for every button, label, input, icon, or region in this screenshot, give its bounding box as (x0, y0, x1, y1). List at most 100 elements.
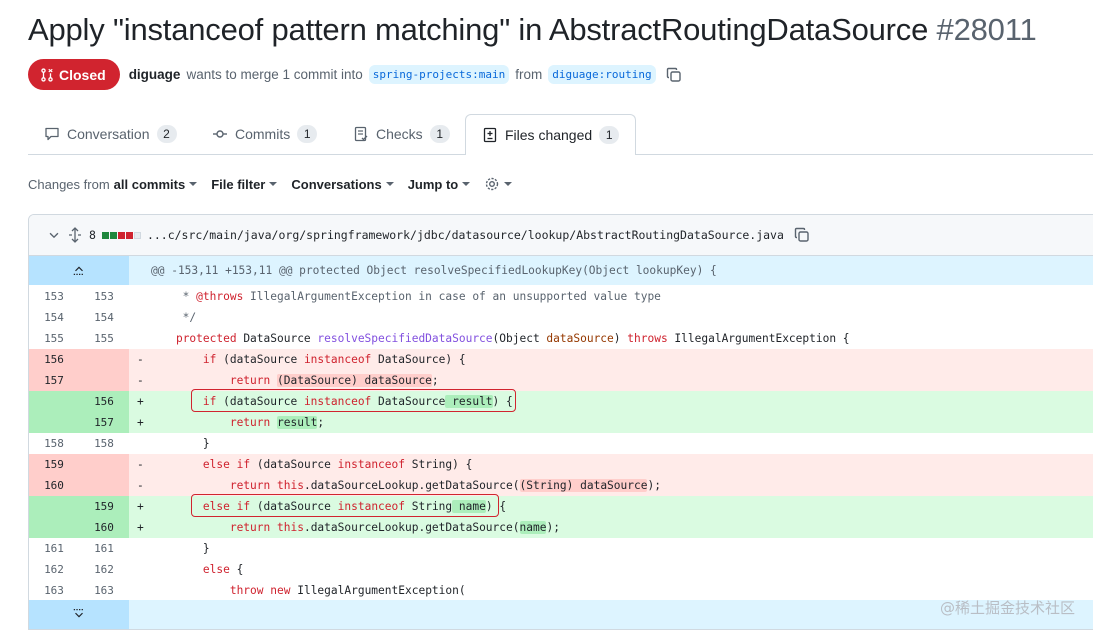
new-line-number[interactable]: 159 (79, 496, 129, 517)
old-line-number[interactable] (29, 412, 79, 433)
diff-marker: - (137, 353, 144, 366)
base-branch[interactable]: spring-projects:main (368, 65, 510, 84)
hunk-text: @@ -153,11 +153,11 @@ protected Object r… (151, 264, 717, 277)
tab-count: 1 (429, 125, 450, 143)
new-line-number[interactable]: 153 (79, 286, 129, 307)
old-line-number[interactable]: 161 (29, 538, 79, 559)
file-header: 8 ...c/src/main/java/org/springframework… (29, 215, 1093, 256)
old-line-number[interactable] (29, 496, 79, 517)
conversations-dropdown[interactable]: Conversations (291, 176, 394, 192)
tab-conversation[interactable]: Conversation 2 (44, 114, 177, 154)
code-line: * @throws IllegalArgumentException in ca… (149, 290, 661, 303)
merge-text: wants to merge 1 commit into (186, 67, 363, 82)
old-line-number[interactable] (29, 517, 79, 538)
diff-marker: - (137, 479, 144, 492)
new-line-number[interactable]: 163 (79, 580, 129, 601)
new-line-number[interactable] (79, 349, 129, 370)
settings-dropdown[interactable] (484, 176, 513, 192)
diffstat-add (101, 231, 109, 239)
head-branch[interactable]: diguage:routing (548, 65, 656, 84)
checklist-icon (354, 126, 368, 142)
expand-down-icon (73, 609, 85, 618)
new-line-number[interactable]: 161 (79, 538, 129, 559)
changes-from-label: Changes from (28, 176, 110, 192)
diff-marker: + (137, 395, 144, 408)
new-line-number[interactable]: 154 (79, 307, 129, 328)
code-line: } (149, 542, 210, 555)
chevron-down-icon[interactable] (47, 228, 61, 242)
tab-commits[interactable]: Commits 1 (212, 114, 318, 154)
file-filter-dropdown[interactable]: File filter (211, 176, 278, 192)
old-line-number[interactable] (29, 391, 79, 412)
expand-down-button[interactable] (29, 600, 129, 629)
chevron-down-icon (269, 182, 278, 186)
file-diff-icon (483, 127, 497, 143)
file-filter-label: File filter (211, 176, 266, 192)
hunk-footer (29, 600, 1093, 629)
diff-line-ctx: 153 153 * @throws IllegalArgumentExceptio… (29, 286, 1093, 307)
diff-line-ctx: 154 154 */ (29, 307, 1093, 328)
code-line: protected DataSource resolveSpecifiedDat… (175, 332, 850, 345)
commit-icon (213, 130, 227, 138)
old-line-number[interactable]: 162 (29, 559, 79, 580)
old-line-number[interactable]: 159 (29, 454, 79, 475)
old-line-number[interactable]: 156 (29, 349, 79, 370)
change-count: 8 (89, 228, 96, 242)
highlight-box (191, 494, 499, 517)
code-line: return this.dataSourceLookup.getDataSour… (229, 521, 560, 534)
author-link[interactable]: diguage (129, 67, 181, 82)
unfold-icon[interactable] (67, 227, 83, 243)
tab-count: 1 (297, 125, 318, 143)
old-line-number[interactable]: 157 (29, 370, 79, 391)
diffstat (101, 231, 141, 239)
old-line-number[interactable]: 154 (29, 307, 79, 328)
diff-line-ctx: 155 155 protected DataSource resolveSpeci… (29, 328, 1093, 349)
new-line-number[interactable] (79, 454, 129, 475)
status-badge: Closed (28, 59, 120, 90)
diff-toolbar: Changes from all commits File filter Con… (28, 176, 513, 192)
code-line: else if (dataSource instanceof String) { (202, 458, 473, 471)
diff-marker: + (137, 416, 144, 429)
pr-title-text: Apply "instanceof pattern matching" in A… (28, 12, 929, 47)
new-line-number[interactable]: 155 (79, 328, 129, 349)
diff-marker: + (137, 521, 144, 534)
diffstat-del (125, 231, 133, 239)
highlight-box (191, 389, 516, 412)
diffstat-del (117, 231, 125, 239)
new-line-number[interactable] (79, 475, 129, 496)
diff-line-del: 157 - return (DataSource) dataSource; (29, 370, 1093, 391)
new-line-number[interactable]: 160 (79, 517, 129, 538)
new-line-number[interactable]: 162 (79, 559, 129, 580)
all-commits-label: all commits (113, 176, 186, 192)
pr-number: #28011 (936, 12, 1037, 47)
old-line-number[interactable]: 153 (29, 286, 79, 307)
tab-checks[interactable]: Checks 1 (353, 114, 450, 154)
file-path[interactable]: ...c/src/main/java/org/springframework/j… (147, 228, 784, 242)
hunk-header: @@ -153,11 +153,11 @@ protected Object r… (29, 256, 1093, 285)
status-label: Closed (59, 66, 106, 83)
old-line-number[interactable]: 155 (29, 328, 79, 349)
expand-up-button[interactable] (29, 256, 129, 285)
diff-line-add: 156 + if (dataSource instanceof DataSourc… (29, 391, 1093, 412)
diff-marker: - (137, 458, 144, 471)
old-line-number[interactable]: 163 (29, 580, 79, 601)
diff-line-add: 157 + return result; (29, 412, 1093, 433)
pr-meta: Closed diguage wants to merge 1 commit i… (28, 59, 682, 90)
tab-label: Checks (376, 126, 423, 142)
old-line-number[interactable]: 160 (29, 475, 79, 496)
code-line: if (dataSource instanceof DataSource) { (202, 353, 466, 366)
new-line-number[interactable]: 156 (79, 391, 129, 412)
copy-icon[interactable] (666, 67, 682, 83)
diff-line-del: 159 - else if (dataSource instanceof Stri… (29, 454, 1093, 475)
new-line-number[interactable]: 157 (79, 412, 129, 433)
tab-files-changed[interactable]: Files changed 1 (465, 114, 637, 155)
new-line-number[interactable] (79, 370, 129, 391)
from-text: from (515, 67, 543, 82)
copy-icon[interactable] (794, 227, 810, 243)
jump-to-dropdown[interactable]: Jump to (408, 176, 471, 192)
old-line-number[interactable]: 158 (29, 433, 79, 454)
diff-line-del: 160 - return this.dataSourceLookup.getDat… (29, 475, 1093, 496)
pr-title: Apply "instanceof pattern matching" in A… (28, 12, 1037, 48)
new-line-number[interactable]: 158 (79, 433, 129, 454)
changes-from-dropdown[interactable]: Changes from all commits (28, 176, 198, 192)
